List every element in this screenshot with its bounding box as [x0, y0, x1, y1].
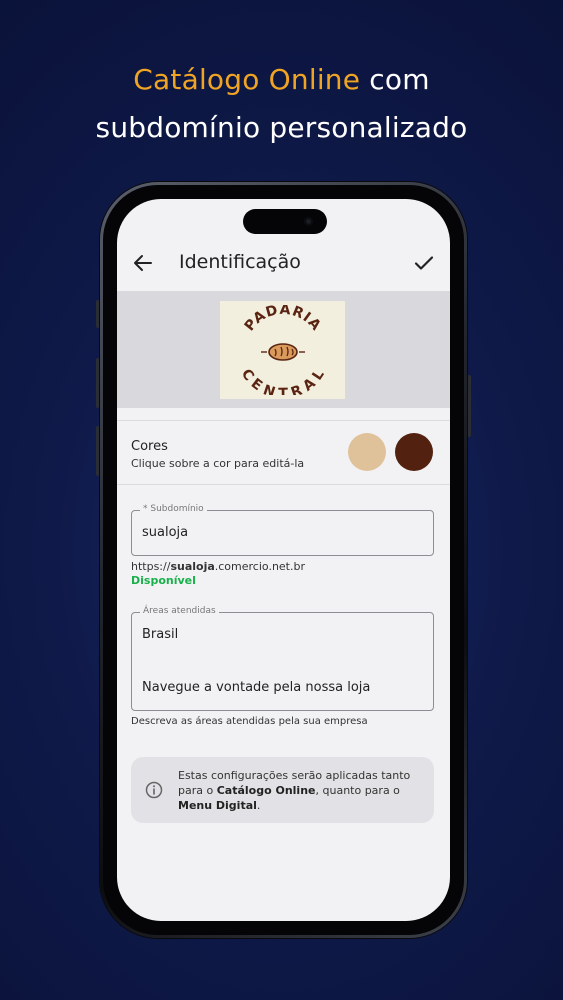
headline-line-1: Catálogo Online com [0, 56, 563, 104]
availability-status: Disponível [131, 574, 196, 587]
logo-bottom-text: CENTRAL [237, 366, 326, 395]
areas-textarea[interactable]: Áreas atendidas Brasil Navegue a vontade… [131, 606, 434, 711]
colors-label: Cores [131, 439, 168, 454]
divider [117, 484, 450, 485]
svg-text:PADARIA: PADARIA [241, 305, 324, 334]
phone-power-button [467, 375, 471, 437]
phone-screen: Identificação PADARIA CENTRAL Cores Cliq… [117, 199, 450, 921]
url-suffix: .comercio.net.br [214, 560, 305, 573]
padaria-logo-icon: PADARIA CENTRAL [237, 305, 327, 395]
url-prefix: https:// [131, 560, 171, 573]
areas-line-1: Brasil [142, 627, 179, 642]
info-text-b: , quanto para o [315, 784, 400, 797]
phone-bezel: Identificação PADARIA CENTRAL Cores Cliq… [103, 185, 464, 935]
url-subdomain: sualoja [170, 560, 215, 573]
subdomain-value: sualoja [142, 525, 189, 540]
subdomain-url: https://sualoja.comercio.net.br [131, 560, 305, 573]
info-circle-icon [145, 781, 163, 799]
subdomain-input[interactable]: * Subdomínio sualoja [131, 504, 434, 556]
back-button[interactable] [131, 251, 155, 275]
info-notice: Estas configurações serão aplicadas tant… [131, 757, 434, 823]
secondary-color-swatch[interactable] [395, 433, 433, 471]
headline-accent: Catálogo Online [133, 63, 361, 96]
phone-frame: Identificação PADARIA CENTRAL Cores Cliq… [100, 182, 467, 938]
page-title: Identificação [179, 251, 301, 273]
check-icon [414, 256, 434, 270]
app-bar: Identificação [117, 239, 450, 291]
areas-label: Áreas atendidas [140, 606, 219, 616]
dynamic-island [243, 209, 327, 234]
bread-icon [260, 343, 305, 361]
svg-text:CENTRAL: CENTRAL [237, 366, 327, 395]
headline-line-2: subdomínio personalizado [95, 111, 468, 144]
info-bold-catalogo: Catálogo Online [216, 784, 316, 797]
areas-hint: Descreva as áreas atendidas pela sua emp… [131, 716, 368, 727]
info-bold-menu: Menu Digital [178, 799, 257, 812]
store-logo[interactable]: PADARIA CENTRAL [220, 301, 345, 399]
colors-hint: Clique sobre a cor para editá-la [131, 457, 305, 470]
areas-line-2: Navegue a vontade pela nossa loja [142, 680, 371, 695]
camera-icon [304, 217, 313, 226]
info-text: Estas configurações serão aplicadas tant… [178, 768, 424, 813]
logo-top-text: PADARIA [241, 305, 323, 334]
divider [117, 420, 450, 421]
logo-area[interactable]: PADARIA CENTRAL [117, 291, 450, 408]
headline: Catálogo Online com subdomínio personali… [0, 56, 563, 152]
info-text-c: . [256, 799, 261, 812]
subdomain-label: * Subdomínio [140, 504, 207, 514]
confirm-button[interactable] [412, 251, 436, 275]
primary-color-swatch[interactable] [348, 433, 386, 471]
headline-rest: com [360, 63, 430, 96]
arrow-left-icon [134, 255, 152, 271]
